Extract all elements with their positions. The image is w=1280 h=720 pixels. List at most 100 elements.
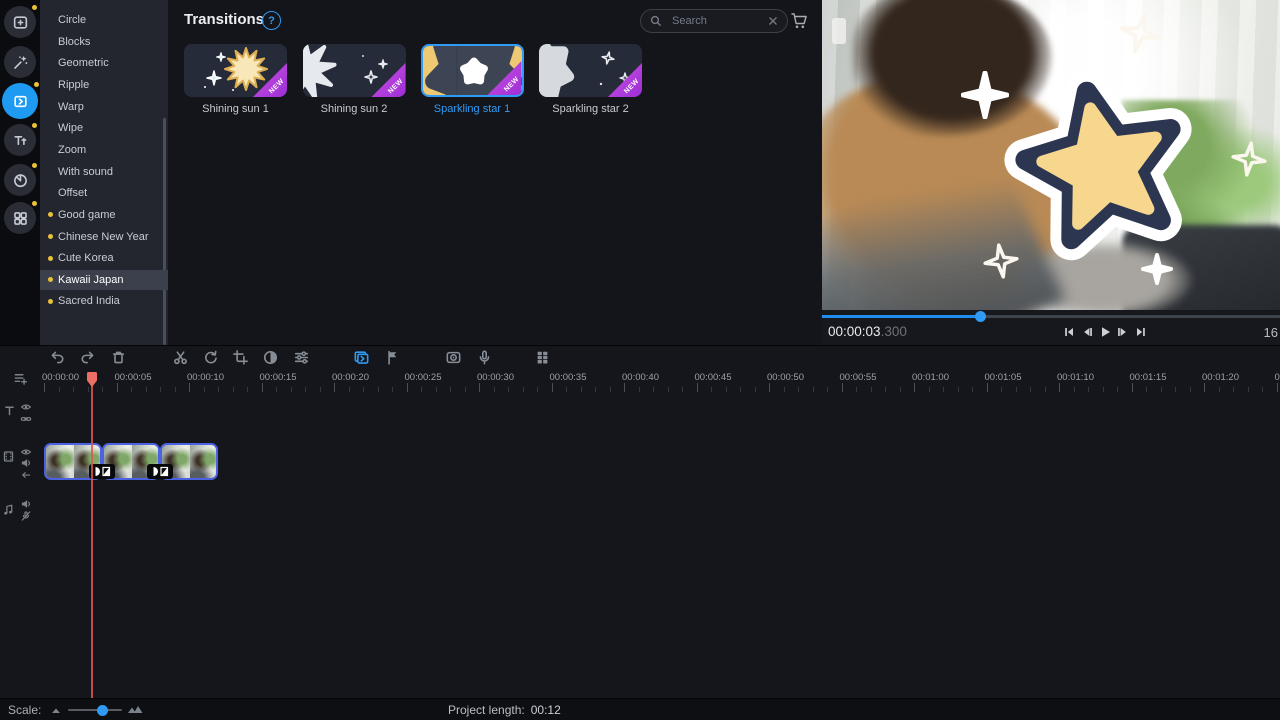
sidebar-tool-filters[interactable]	[4, 46, 36, 78]
ruler-minor-tick	[465, 387, 466, 392]
sidebar-item-offset[interactable]: Offset	[40, 183, 168, 203]
sidebar-tool-more-tools[interactable]	[4, 202, 36, 234]
audio-track-icon[interactable]	[2, 503, 15, 516]
webcam-button[interactable]	[445, 349, 462, 366]
ruler-minor-tick	[1117, 387, 1118, 392]
preview-player: 00:00:03.300 16	[822, 0, 1280, 345]
ruler-minor-tick	[378, 387, 379, 392]
adjustment-sliders-button[interactable]	[293, 349, 310, 366]
sidebar-item-wipe[interactable]: Wipe	[40, 118, 168, 138]
sidebar-tool-titles[interactable]	[4, 124, 36, 156]
undo-button[interactable]	[49, 349, 66, 366]
ruler-major-tick	[842, 383, 843, 392]
transition-card-label: Sparkling star 1	[421, 103, 524, 115]
cut-button[interactable]	[172, 349, 189, 366]
scale-slider[interactable]	[68, 709, 122, 711]
sparkle-icon	[981, 241, 1021, 281]
search-icon	[650, 15, 662, 27]
seek-handle[interactable]	[975, 311, 986, 322]
cart-icon[interactable]	[790, 12, 809, 35]
rotate-button[interactable]	[202, 349, 219, 366]
ruler-minor-tick	[1103, 387, 1104, 392]
sidebar-item-chinese-new-year[interactable]: Chinese New Year	[40, 227, 168, 247]
playhead-handle[interactable]	[86, 371, 98, 394]
skip-end-button[interactable]	[1134, 325, 1148, 339]
video-track-icon[interactable]	[2, 450, 15, 463]
marker-button[interactable]	[384, 349, 401, 366]
clear-icon[interactable]	[768, 16, 778, 26]
ruler-minor-tick	[204, 387, 205, 392]
aspect-ratio-label: 16	[1264, 325, 1278, 340]
ruler-minor-tick	[943, 387, 944, 392]
ruler-minor-tick	[639, 387, 640, 392]
help-icon[interactable]: ?	[262, 11, 281, 30]
ruler-major-tick	[1059, 383, 1060, 392]
ruler-minor-tick	[175, 387, 176, 392]
play-button[interactable]	[1098, 325, 1112, 339]
project-length: Project length:00:12	[448, 703, 561, 717]
ruler-minor-tick	[856, 387, 857, 392]
category-label: Ripple	[58, 79, 89, 91]
color-adjustments-button[interactable]	[262, 349, 279, 366]
sidebar-item-with-sound[interactable]: With sound	[40, 162, 168, 182]
ruler-minor-tick	[363, 387, 364, 392]
ruler-minor-tick	[755, 387, 756, 392]
ruler-minor-tick	[247, 387, 248, 392]
sidebar-item-zoom[interactable]: Zoom	[40, 140, 168, 160]
transition-card-sparkling-star-1[interactable]: NEWSparkling star 1	[421, 44, 528, 115]
ruler-minor-tick	[1001, 387, 1002, 392]
previous-frame-button[interactable]	[1080, 325, 1094, 339]
transition-card-shining-sun-1[interactable]: NEWShining sun 1	[184, 44, 291, 115]
delete-button[interactable]	[110, 349, 127, 366]
category-label: Blocks	[58, 36, 90, 48]
ruler-minor-tick	[900, 387, 901, 392]
next-frame-button[interactable]	[1116, 325, 1130, 339]
transition-card-sparkling-star-2[interactable]: NEWSparkling star 2	[539, 44, 646, 115]
clip-transition-badge[interactable]	[147, 464, 173, 479]
transition-button[interactable]	[353, 349, 370, 366]
sidebar-item-sacred-india[interactable]: Sacred India	[40, 291, 168, 311]
ruler-minor-tick	[305, 387, 306, 392]
ruler-minor-tick	[668, 387, 669, 392]
update-dot	[34, 82, 39, 87]
microphone-button[interactable]	[476, 349, 493, 366]
category-panel: Circle Blocks Geometric Ripple WarpWipeZoomW…	[40, 0, 168, 345]
transition-card-label: Sparkling star 2	[539, 103, 642, 115]
redo-button[interactable]	[79, 349, 96, 366]
titles-track-icon[interactable]	[3, 404, 16, 417]
skip-start-button[interactable]	[1062, 325, 1076, 339]
arrow-left-icon[interactable]	[20, 468, 33, 481]
sidebar-item-cute-korea[interactable]: Cute Korea	[40, 248, 168, 268]
sidebar-item-ripple[interactable]: Ripple	[40, 75, 168, 95]
transition-card-shining-sun-2[interactable]: NEWShining sun 2	[303, 44, 410, 115]
update-dot	[32, 5, 37, 10]
sidebar-item-circle[interactable]: Circle	[40, 10, 168, 30]
ruler-minor-tick	[1262, 387, 1263, 392]
add-track-icon[interactable]	[13, 371, 26, 384]
mic-muted-icon[interactable]	[20, 509, 33, 522]
search-input[interactable]: Search	[640, 9, 788, 33]
crop-button[interactable]	[232, 349, 249, 366]
sidebar-tool-transitions[interactable]	[2, 83, 38, 119]
ruler-minor-tick	[1146, 387, 1147, 392]
category-dot	[48, 277, 53, 282]
ruler-minor-tick	[972, 387, 973, 392]
ruler-label: 00:01:05	[985, 372, 1022, 383]
link-icon[interactable]	[20, 412, 33, 425]
sidebar-item-kawaii-japan[interactable]: Kawaii Japan	[40, 270, 168, 290]
sidebar-tool-stickers[interactable]	[4, 164, 36, 196]
sidebar-item-blocks[interactable]: Blocks	[40, 32, 168, 52]
sidebar-item-warp[interactable]: Warp	[40, 97, 168, 117]
titles-icon	[12, 132, 29, 149]
sidebar-tool-media-import[interactable]	[4, 6, 36, 38]
sidebar-item-geometric[interactable]: Geometric	[40, 53, 168, 73]
grid-view-button[interactable]	[534, 349, 551, 366]
scale-slider-handle[interactable]	[97, 705, 108, 716]
preview-video[interactable]	[822, 0, 1280, 310]
ruler-minor-tick	[784, 387, 785, 392]
zoom-out-icon[interactable]	[51, 707, 63, 714]
zoom-in-icon[interactable]	[127, 705, 143, 714]
sidebar-item-good-game[interactable]: Good game	[40, 205, 168, 225]
ruler-minor-tick	[450, 387, 451, 392]
ruler-minor-tick	[218, 387, 219, 392]
